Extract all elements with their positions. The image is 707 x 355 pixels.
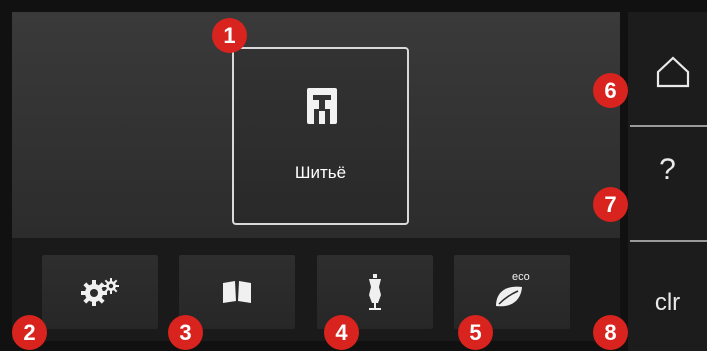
dress-form-icon: [369, 274, 381, 310]
callout-7: 7: [593, 187, 628, 222]
callout-2: 2: [12, 315, 47, 350]
callout-8: 8: [593, 315, 628, 350]
callout-1: 1: [212, 18, 247, 53]
home-button[interactable]: [628, 12, 707, 125]
help-label: ?: [659, 153, 676, 186]
main-panel: Шитьё: [12, 12, 620, 238]
home-icon: [656, 56, 690, 88]
clear-label: clr: [654, 289, 681, 316]
side-toolbar: ? clr: [628, 12, 707, 351]
callout-3: 3: [168, 315, 203, 350]
setup-button[interactable]: [42, 255, 158, 329]
clear-button[interactable]: clr: [628, 242, 707, 355]
sewing-machine-screen: Шитьё eco ? clr 1 2 3 4 5 6 7 8: [0, 0, 707, 351]
bottom-toolbar: eco: [12, 238, 620, 341]
gears-icon: [81, 278, 119, 306]
presser-foot-icon: [307, 88, 337, 124]
callout-6: 6: [593, 73, 628, 108]
sewing-mode-label: Шитьё: [294, 163, 347, 182]
sewing-mode-tile[interactable]: Шитьё: [232, 47, 409, 225]
callout-4: 4: [324, 315, 359, 350]
eco-text: eco: [512, 271, 530, 283]
callout-5: 5: [458, 315, 493, 350]
help-button[interactable]: ?: [628, 127, 707, 240]
eco-leaf-icon: eco: [496, 271, 530, 307]
open-book-icon: [223, 281, 251, 303]
